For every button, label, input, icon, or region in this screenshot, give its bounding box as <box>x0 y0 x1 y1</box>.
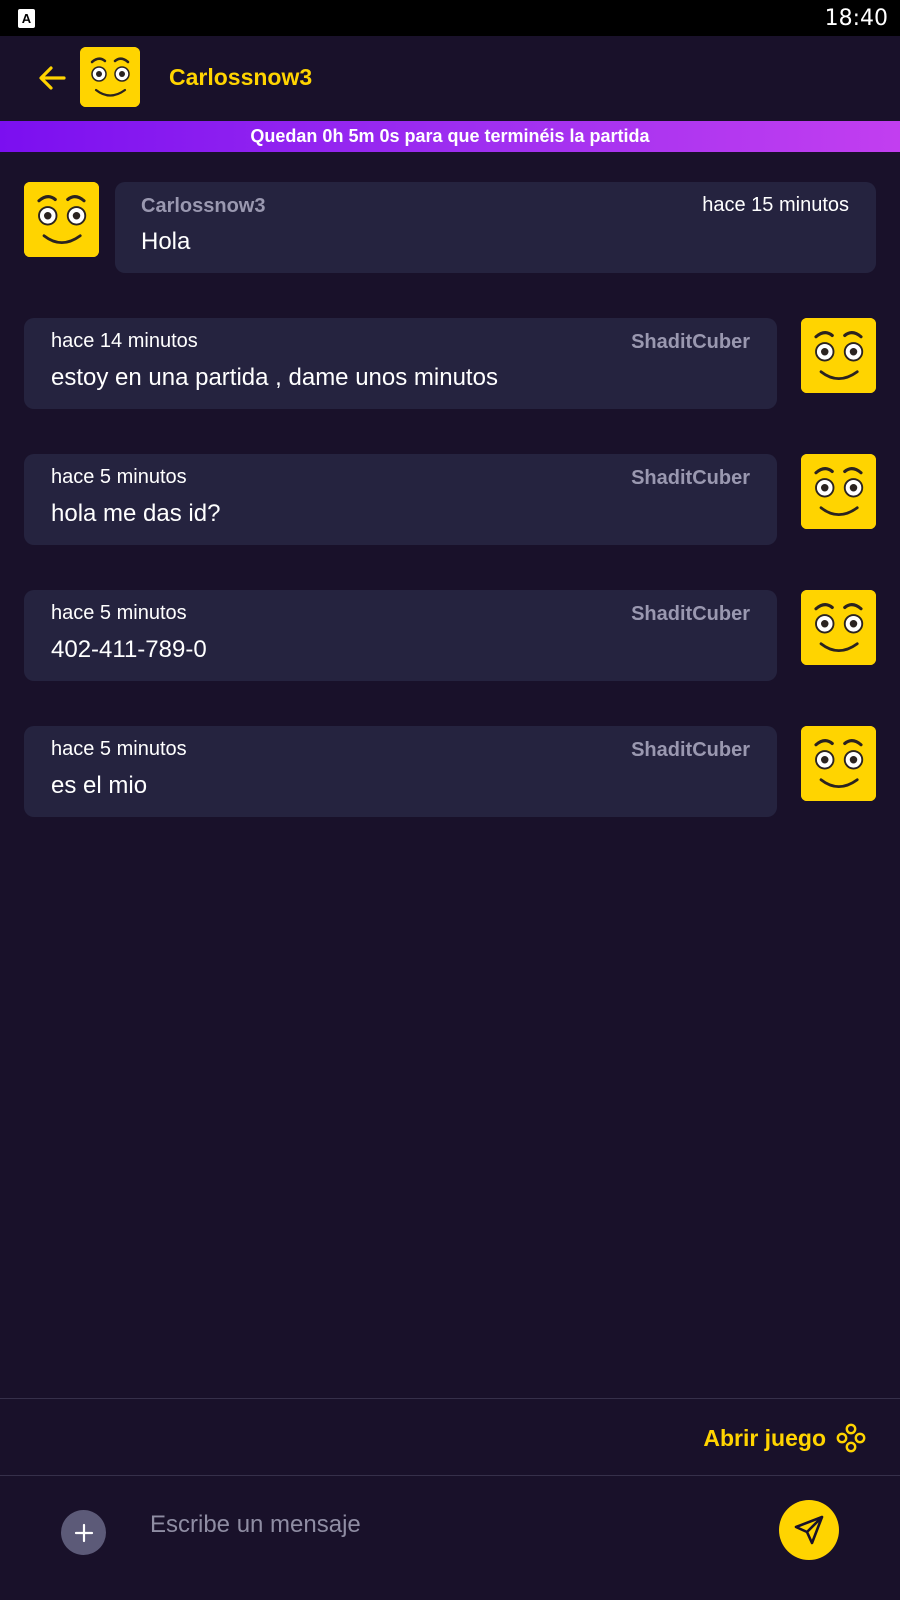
divider <box>0 1475 900 1476</box>
smiley-avatar-icon <box>24 182 99 257</box>
message-text: es el mio <box>51 772 148 799</box>
message-bubble[interactable]: Carlossnow3 hace 15 minutos Hola <box>115 182 876 273</box>
send-icon <box>794 1515 824 1545</box>
plus-icon <box>74 1523 93 1542</box>
smiley-avatar-icon <box>801 590 876 665</box>
timer-banner: Quedan 0h 5m 0s para que terminéis la pa… <box>0 121 900 152</box>
sender-avatar[interactable] <box>24 182 99 257</box>
message-row: hace 5 minutos ShaditCuber es el mio <box>0 726 900 818</box>
message-time: hace 5 minutos <box>51 466 187 488</box>
message-time: hace 5 minutos <box>51 602 187 624</box>
app-notification-icon: A <box>18 8 35 28</box>
message-text: estoy en una partida , dame unos minutos <box>51 364 498 391</box>
message-bubble[interactable]: hace 5 minutos ShaditCuber es el mio <box>24 726 777 817</box>
message-text: hola me das id? <box>51 500 221 527</box>
arrow-left-icon <box>39 66 66 90</box>
message-bubble[interactable]: hace 14 minutos ShaditCuber estoy en una… <box>24 318 777 409</box>
message-bubble[interactable]: hace 5 minutos ShaditCuber hola me das i… <box>24 454 777 545</box>
message-text: Hola <box>141 228 191 255</box>
smiley-avatar-icon <box>80 47 140 107</box>
status-bar: A 18:40 <box>0 0 900 36</box>
message-sender: ShaditCuber <box>631 739 750 761</box>
message-row: Carlossnow3 hace 15 minutos Hola <box>0 182 900 274</box>
add-attachment-button[interactable] <box>61 1510 106 1555</box>
message-row: hace 5 minutos ShaditCuber hola me das i… <box>0 454 900 546</box>
message-time: hace 14 minutos <box>51 330 198 352</box>
smiley-avatar-icon <box>801 726 876 801</box>
game-controller-icon <box>836 1423 866 1453</box>
message-text: 402-411-789-0 <box>51 636 207 663</box>
open-game-button[interactable]: Abrir juego <box>703 1418 866 1458</box>
sender-avatar[interactable] <box>801 590 876 665</box>
sender-avatar[interactable] <box>801 454 876 529</box>
sender-avatar[interactable] <box>801 726 876 801</box>
open-game-label: Abrir juego <box>703 1424 826 1451</box>
message-sender: Carlossnow3 <box>141 195 266 217</box>
message-time: hace 5 minutos <box>51 738 187 760</box>
status-time: 18:40 <box>824 5 888 31</box>
message-sender: ShaditCuber <box>631 603 750 625</box>
message-row: hace 14 minutos ShaditCuber estoy en una… <box>0 318 900 410</box>
avatar[interactable] <box>80 47 140 107</box>
message-input[interactable] <box>150 1505 750 1545</box>
send-button[interactable] <box>779 1500 839 1560</box>
chat-title[interactable]: Carlossnow3 <box>169 64 312 91</box>
message-time: hace 15 minutos <box>702 194 849 216</box>
message-bubble[interactable]: hace 5 minutos ShaditCuber 402-411-789-0 <box>24 590 777 681</box>
message-row: hace 5 minutos ShaditCuber 402-411-789-0 <box>0 590 900 682</box>
back-button[interactable] <box>34 60 70 96</box>
message-sender: ShaditCuber <box>631 467 750 489</box>
sender-avatar[interactable] <box>801 318 876 393</box>
message-sender: ShaditCuber <box>631 331 750 353</box>
divider <box>0 1398 900 1399</box>
chat-header: Carlossnow3 <box>0 36 900 121</box>
smiley-avatar-icon <box>801 454 876 529</box>
smiley-avatar-icon <box>801 318 876 393</box>
